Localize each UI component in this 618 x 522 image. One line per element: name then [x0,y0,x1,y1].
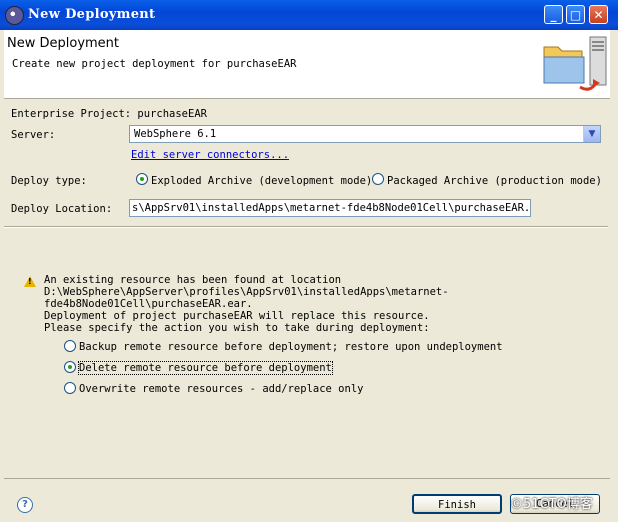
watermark: ©51CTO博客 [510,497,593,512]
deploy-location-label: Deploy Location: [11,203,113,215]
warning-icon [24,276,36,287]
exploded-archive-label[interactable]: Exploded Archive (development mode) [151,175,372,187]
deploy-wizard-icon [543,36,607,91]
deploy-location-value: s\AppSrv01\installedApps\metarnet-fde4b8… [132,202,531,214]
minimize-icon: _ [550,8,557,22]
edit-server-connectors-link[interactable]: Edit server connectors... [131,149,289,161]
deploy-location-input[interactable]: s\AppSrv01\installedApps\metarnet-fde4b8… [129,199,531,217]
warning-line-4: Deployment of project purchaseEAR will r… [44,310,430,322]
finish-button[interactable]: Finish [412,494,502,514]
chevron-down-icon[interactable]: ▼ [583,126,600,142]
warning-line-3: fde4b8Node01Cell\purchaseEAR.ear. [44,298,253,310]
warning-line-1: An existing resource has been found at l… [44,274,342,286]
wizard-header: New Deployment Create new project deploy… [4,30,610,99]
close-icon: ✕ [593,8,604,22]
server-label: Server: [11,129,56,141]
button-bar-divider [4,478,610,479]
server-select-value: WebSphere 6.1 [134,128,217,140]
overwrite-option-radio[interactable] [64,382,76,394]
close-button[interactable]: ✕ [589,5,608,24]
eclipse-logo-icon [5,6,24,25]
title-bar[interactable]: New Deployment _ □ ✕ [0,0,618,30]
window-title: New Deployment [28,7,156,22]
help-icon[interactable]: ? [17,497,33,513]
server-select[interactable]: WebSphere 6.1 ▼ [129,125,601,143]
warning-line-5: Please specify the action you wish to ta… [44,322,430,334]
delete-option-radio[interactable] [64,361,76,373]
maximize-icon: □ [569,8,582,22]
deploy-type-label: Deploy type: [11,175,87,187]
exploded-archive-radio[interactable] [136,173,148,185]
delete-option-label[interactable]: Delete remote resource before deployment [78,361,333,375]
minimize-button[interactable]: _ [544,5,563,24]
backup-option-radio[interactable] [64,340,76,352]
packaged-archive-label[interactable]: Packaged Archive (production mode) [387,175,602,187]
maximize-button[interactable]: □ [566,5,585,24]
page-title: New Deployment [7,36,120,51]
warning-line-2: D:\WebSphere\AppServer\profiles\AppSrv01… [44,286,449,298]
packaged-archive-radio[interactable] [372,173,384,185]
enterprise-project-label: Enterprise Project: purchaseEAR [11,108,207,120]
page-description: Create new project deployment for purcha… [12,58,297,70]
overwrite-option-label[interactable]: Overwrite remote resources - add/replace… [79,383,363,395]
backup-option-label[interactable]: Backup remote resource before deployment… [79,341,503,353]
section-divider [4,226,608,228]
